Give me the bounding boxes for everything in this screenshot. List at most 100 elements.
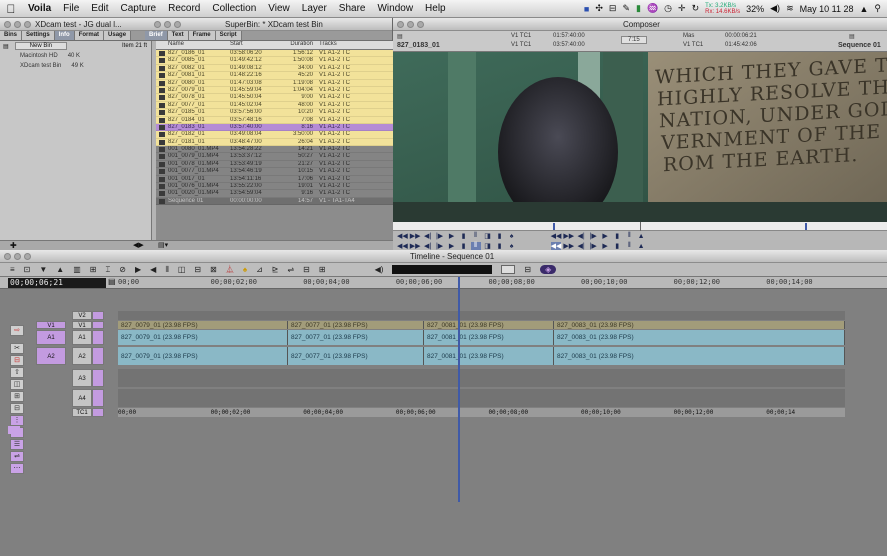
- focus-icon[interactable]: ▥: [73, 265, 81, 274]
- table-row[interactable]: 827_0081_01 01:48:22:16 45:20 V1 A1-2 TC: [156, 72, 393, 80]
- close-window-button[interactable]: [4, 252, 11, 260]
- close-window-button[interactable]: [397, 20, 404, 28]
- source-button-5[interactable]: ▮: [459, 232, 469, 240]
- column-tracks[interactable]: Tracks: [316, 41, 376, 49]
- source-button-7[interactable]: ◨: [483, 242, 493, 250]
- new-bin-button[interactable]: New Bin: [14, 42, 68, 50]
- red-segment-icon[interactable]: ⏅: [226, 264, 234, 275]
- match-frame-icon[interactable]: ⇌: [287, 265, 294, 274]
- table-row[interactable]: 827_0181_01 03:48:47:00 26:04 V1 A1-2 TC: [156, 138, 393, 147]
- timeline-clip[interactable]: 827_0081_01 (23.98 FPS): [424, 330, 554, 345]
- source-clip-name[interactable]: 827_0183_01: [397, 42, 440, 49]
- table-row[interactable]: 827_0182_01 03:49:08:04 3:50:00 V1 A1-2 TC: [156, 131, 393, 139]
- source-button-8[interactable]: ▮: [495, 232, 505, 240]
- mark-in-icon[interactable]: ◀: [150, 265, 156, 274]
- record-button-2[interactable]: ◀|: [576, 242, 586, 250]
- track-toggle-icon[interactable]: [8, 426, 20, 434]
- source-button-7[interactable]: ◨: [483, 232, 493, 240]
- close-window-button[interactable]: [4, 20, 11, 28]
- track-lane-v2[interactable]: [118, 311, 845, 320]
- bin-menu-icon[interactable]: ▤▾: [158, 241, 168, 249]
- top-tool-icon[interactable]: ◫: [10, 379, 24, 390]
- table-row[interactable]: 001_0078_01.MP4 13:53:49:19 21:27 V1 A1-2 T…: [156, 160, 393, 169]
- track-lane-tc1[interactable]: 00;00 00;00;02;00 00;00;04;00 00;00;06;00 00…: [118, 408, 845, 417]
- source-button-4[interactable]: ▶: [447, 242, 457, 250]
- scroll-arrows-icon[interactable]: ◀▶: [133, 241, 144, 249]
- group-tool-icon[interactable]: ⊞: [10, 391, 24, 402]
- tab-script[interactable]: Script: [215, 31, 242, 40]
- clipboard-icon[interactable]: ⊟: [609, 3, 617, 14]
- record-position-indicator[interactable]: [805, 223, 807, 230]
- user-icon[interactable]: ▲: [859, 4, 868, 14]
- overwrite-icon[interactable]: ⊠: [210, 265, 217, 274]
- table-row[interactable]: 001_0076_01.MP4 13:55:22:00 19:01 V1 A1-2 T…: [156, 183, 393, 191]
- timeline-clip[interactable]: 827_0081_01 (23.98 FPS): [424, 347, 554, 365]
- source-button-6[interactable]: ⦀: [470, 242, 481, 250]
- record-button-7[interactable]: ▲: [636, 233, 646, 240]
- more-tool-icon[interactable]: ⋯: [10, 463, 24, 474]
- record-button-6[interactable]: ⦀: [624, 242, 634, 250]
- timeline-clip[interactable]: 827_0083_01 (23.98 FPS): [554, 330, 845, 345]
- tab-bins[interactable]: Bins: [0, 31, 23, 40]
- position-bar[interactable]: [393, 222, 887, 231]
- track-selector-tc1[interactable]: TC1: [72, 408, 92, 417]
- source-button-0[interactable]: ◀◀: [397, 232, 408, 240]
- menu-window[interactable]: Window: [371, 3, 419, 14]
- crosshair-icon[interactable]: ✛: [678, 3, 686, 14]
- cpu-meter-icon[interactable]: ▮: [636, 3, 641, 14]
- script-icon[interactable]: ✎: [622, 3, 630, 14]
- timeline-clip[interactable]: 827_0077_01 (23.98 FPS): [288, 330, 424, 345]
- lift-extract-icon[interactable]: ⊵: [272, 265, 279, 274]
- video-quality-icon[interactable]: ≡: [10, 265, 15, 274]
- timeline-clip[interactable]: 827_0079_01 (23.98 FPS): [118, 321, 288, 329]
- record-button-5[interactable]: ▮: [612, 242, 622, 250]
- track-lane-a3[interactable]: [118, 369, 845, 387]
- record-button-2[interactable]: ◀|: [576, 232, 586, 240]
- source-button-5[interactable]: ▮: [459, 242, 469, 250]
- source-button-9[interactable]: ♠: [507, 243, 517, 250]
- table-row[interactable]: 827_0078_01 01:45:50:04 9:00 V1 A1-2 TC: [156, 94, 393, 102]
- record-button-3[interactable]: |▶: [588, 242, 598, 250]
- tab-info[interactable]: Info: [54, 31, 75, 40]
- zoom-window-button[interactable]: [24, 20, 31, 28]
- minimize-window-button[interactable]: [164, 20, 171, 28]
- tab-frame[interactable]: Frame: [188, 31, 216, 40]
- timecode-ruler[interactable]: 00;00;06;21 ▤ 00;00 00;00;02;00 00;00;04;0…: [0, 277, 887, 289]
- menu-app[interactable]: Voila: [22, 3, 57, 14]
- fast-menu-icon[interactable]: ▤: [3, 43, 9, 50]
- table-row[interactable]: 001_0077_01.MP4 13:54:46:19 10:15 V1 A1-2 T…: [156, 168, 393, 176]
- source-button-6[interactable]: ⦀: [471, 232, 481, 240]
- menu-view[interactable]: View: [262, 3, 296, 14]
- track-lock-icon[interactable]: [92, 321, 104, 329]
- menu-collection[interactable]: Collection: [206, 3, 262, 14]
- menu-help[interactable]: Help: [419, 3, 452, 14]
- playhead[interactable]: [458, 277, 461, 502]
- table-row[interactable]: Sequence 01 00:00:00:00 14:57 V1 - TA1-TA4: [156, 197, 393, 206]
- track-lock-icon[interactable]: [92, 311, 104, 320]
- timecode-display[interactable]: 00;00;06;21: [8, 278, 106, 288]
- speaker-icon[interactable]: ◀): [375, 265, 384, 274]
- tab-usage[interactable]: Usage: [104, 31, 132, 40]
- timeline-view-icon[interactable]: ⊟: [524, 265, 531, 274]
- timeline-clip[interactable]: 827_0083_01 (23.98 FPS): [554, 347, 845, 365]
- trim-icon[interactable]: ⊿: [256, 265, 263, 274]
- track-selector-a3[interactable]: A3: [72, 369, 92, 387]
- track-selector-a4[interactable]: A4: [72, 389, 92, 407]
- menu-capture[interactable]: Capture: [115, 3, 163, 14]
- source-button-3[interactable]: |▶: [435, 232, 445, 240]
- zoom-slider[interactable]: [501, 265, 516, 274]
- down-arrow-icon[interactable]: ▼: [39, 265, 47, 274]
- menu-layer[interactable]: Layer: [296, 3, 333, 14]
- record-button-0[interactable]: ◀◀: [550, 242, 562, 250]
- source-track-a2[interactable]: A2: [36, 347, 66, 365]
- record-menu-icon[interactable]: ▤: [849, 33, 855, 40]
- minimize-window-button[interactable]: [14, 252, 21, 260]
- table-row[interactable]: 827_0082_01 01:49:08:12 34:00 V1 A1-2 TC: [156, 64, 393, 73]
- record-button-4[interactable]: ▶: [600, 232, 610, 240]
- source-button-1[interactable]: ▶▶: [410, 232, 421, 240]
- source-button-0[interactable]: ◀◀: [397, 242, 408, 250]
- refresh-icon[interactable]: ↻: [692, 3, 700, 14]
- tab-text[interactable]: Text: [167, 31, 189, 40]
- column-start[interactable]: Start: [230, 41, 278, 49]
- swap-tool-icon[interactable]: ⇌: [10, 451, 24, 462]
